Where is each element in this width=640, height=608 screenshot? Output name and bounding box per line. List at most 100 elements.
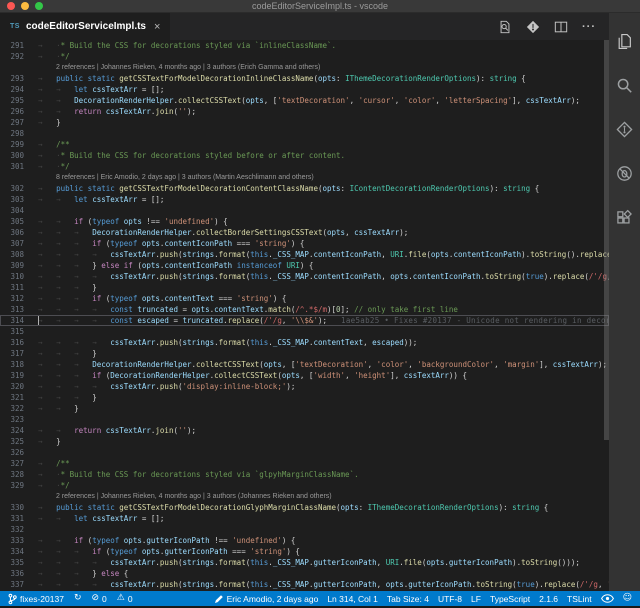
more-actions-button[interactable]: ··· [581,19,597,35]
code-line[interactable]: 304 [0,205,609,216]
code-line[interactable]: 302→ public static getCSSTextForModelDec… [0,183,609,194]
scrollbar-handle[interactable] [604,40,609,440]
code-line[interactable]: 321→ → → } [0,392,609,403]
code-line[interactable]: 324→ → return cssTextArr.join(''); [0,425,609,436]
code-line[interactable]: 301→ ·*/ [0,161,609,172]
code-line[interactable]: 328→ ·* Build the CSS for decorations st… [0,469,609,480]
code-line[interactable]: 310→ → → → cssTextArr.push(strings.forma… [0,271,609,282]
activitybar-extensions[interactable] [609,195,640,239]
code-line[interactable]: 312→ → → if (typeof opts.contentText ===… [0,293,609,304]
tab-whitespace-marker: → [74,360,92,369]
code-line[interactable]: 332 [0,524,609,535]
status-gitlens-toggle[interactable] [601,594,614,603]
tab-close-icon[interactable]: × [154,22,160,32]
indentation-label: Tab Size: 4 [387,594,429,604]
code-line[interactable]: 294→ → let cssTextArr = []; [0,84,609,95]
codelens-text[interactable]: 8 references | Eric Amodio, 2 days ago |… [42,172,314,183]
close-window-button[interactable] [7,2,15,10]
line-number: 306 [0,227,24,238]
codelens-row[interactable]: 2 references | Johannes Rieken, 4 months… [0,491,609,502]
code-line[interactable]: 317→ → → } [0,348,609,359]
code-line[interactable]: 319→ → → if (DecorationRenderHelper.coll… [0,370,609,381]
code-line[interactable]: 305→ → if (typeof opts !== 'undefined') … [0,216,609,227]
cursor-position-label: Ln 314, Col 1 [327,594,378,604]
status-language-mode[interactable]: TypeScript [490,594,530,604]
code-line[interactable]: 307→ → → if (typeof opts.contentIconPath… [0,238,609,249]
split-editor-button[interactable] [553,19,569,35]
status-feedback[interactable]: ☺ [623,594,632,603]
more-actions-icon: ··· [582,23,596,31]
code-line[interactable]: 311→ → → } [0,282,609,293]
codelens-row[interactable]: 8 references | Eric Amodio, 2 days ago |… [0,172,609,183]
code-line[interactable]: 326 [0,447,609,458]
editor-scrollbar[interactable] [603,40,609,591]
status-typescript-version[interactable]: 2.1.6 [539,594,558,604]
tab-whitespace-marker: → [56,580,74,589]
code-line[interactable]: 296→ → return cssTextArr.join(''); [0,106,609,117]
code-line[interactable]: 291→ ·* Build the CSS for decorations st… [0,40,609,51]
activitybar-search[interactable] [609,63,640,107]
code-line[interactable]: 330→ public static getCSSTextForModelDec… [0,502,609,513]
gitlens-compare-button[interactable] [525,19,541,35]
code-line[interactable]: 334→ → → if (typeof opts.gutterIconPath … [0,546,609,557]
code-line[interactable]: 337→ → → → cssTextArr.push(strings.forma… [0,579,609,590]
activitybar-debug[interactable] [609,151,640,195]
code-line[interactable]: 295→ → DecorationRenderHelper.collectCSS… [0,95,609,106]
warnings-label: 0 [128,594,133,604]
branch-icon [8,593,17,605]
open-preview-button[interactable] [497,19,513,35]
line-number: 331 [0,513,24,524]
tab-whitespace-marker: → [74,294,92,303]
code-line[interactable]: 325→ } [0,436,609,447]
code-line[interactable]: 300→ ·* Build the CSS for decorations st… [0,150,609,161]
code-line[interactable]: 298 [0,128,609,139]
code-line[interactable]: 303→ → let cssTextArr = []; [0,194,609,205]
code-line[interactable]: 333→ → if (typeof opts.gutterIconPath !=… [0,535,609,546]
status-errors[interactable]: ⊘0 [92,594,107,604]
status-sync[interactable]: ↻ [74,594,82,603]
code-line[interactable]: 329→ ·*/ [0,480,609,491]
code-text: → → → → cssTextArr.push(strings.format(t… [24,249,609,260]
code-line[interactable]: 318→ → → DecorationRenderHelper.collectC… [0,359,609,370]
minimize-window-button[interactable] [21,2,29,10]
tab-whitespace-marker: → [56,404,74,413]
code-line[interactable]: 313→ → → → const truncated = opts.conten… [0,304,609,315]
activitybar-explorer[interactable] [609,19,640,63]
code-line[interactable]: 308→ → → → cssTextArr.push(strings.forma… [0,249,609,260]
status-encoding[interactable]: UTF-8 [438,594,462,604]
activitybar-source-control[interactable] [609,107,640,151]
code-line[interactable]: 293→ public static getCSSTextForModelDec… [0,73,609,84]
status-warnings[interactable]: ⚠0 [117,594,133,604]
status-cursor-position[interactable]: Ln 314, Col 1 [327,594,378,604]
status-eol[interactable]: LF [471,594,481,604]
tab-whitespace-marker: → [56,382,74,391]
code-line[interactable]: 315 [0,326,609,337]
line-number: 309 [0,260,24,271]
code-line[interactable]: 314→ → → → const escaped = truncated.rep… [0,315,609,326]
zoom-window-button[interactable] [35,2,43,10]
code-line[interactable]: 297→ } [0,117,609,128]
tab-codeeditorserviceimpl[interactable]: TS codeEditorServiceImpl.ts × [0,13,170,40]
status-tslint[interactable]: TSLint [567,594,592,604]
status-indentation[interactable]: Tab Size: 4 [387,594,429,604]
code-line[interactable]: 322→ → } [0,403,609,414]
code-line[interactable]: 320→ → → → cssTextArr.push('display:inli… [0,381,609,392]
code-line[interactable]: 335→ → → → cssTextArr.push(strings.forma… [0,557,609,568]
code-line[interactable]: 309→ → → } else if (opts.contentIconPath… [0,260,609,271]
code-line[interactable]: 292→ ·*/ [0,51,609,62]
tab-whitespace-marker: → [38,140,56,149]
code-editor[interactable]: 291→ ·* Build the CSS for decorations st… [0,40,609,591]
code-line[interactable]: 299→ /** [0,139,609,150]
code-line[interactable]: 323 [0,414,609,425]
codelens-row[interactable]: 2 references | Johannes Rieken, 4 months… [0,62,609,73]
codelens-text[interactable]: 2 references | Johannes Rieken, 4 months… [42,491,332,502]
status-git-branch[interactable]: fixes-20137 [8,593,64,605]
code-line[interactable]: 336→ → → } else { [0,568,609,579]
code-line[interactable]: 316→ → → → cssTextArr.push(strings.forma… [0,337,609,348]
code-line[interactable]: 306→ → → DecorationRenderHelper.collectB… [0,227,609,238]
codelens-text[interactable]: 2 references | Johannes Rieken, 4 months… [42,62,320,73]
tab-whitespace-marker: → [56,338,74,347]
code-line[interactable]: 327→ /** [0,458,609,469]
status-gitlens-blame[interactable]: Eric Amodio, 2 days ago [214,594,319,604]
code-line[interactable]: 331→ → let cssTextArr = []; [0,513,609,524]
